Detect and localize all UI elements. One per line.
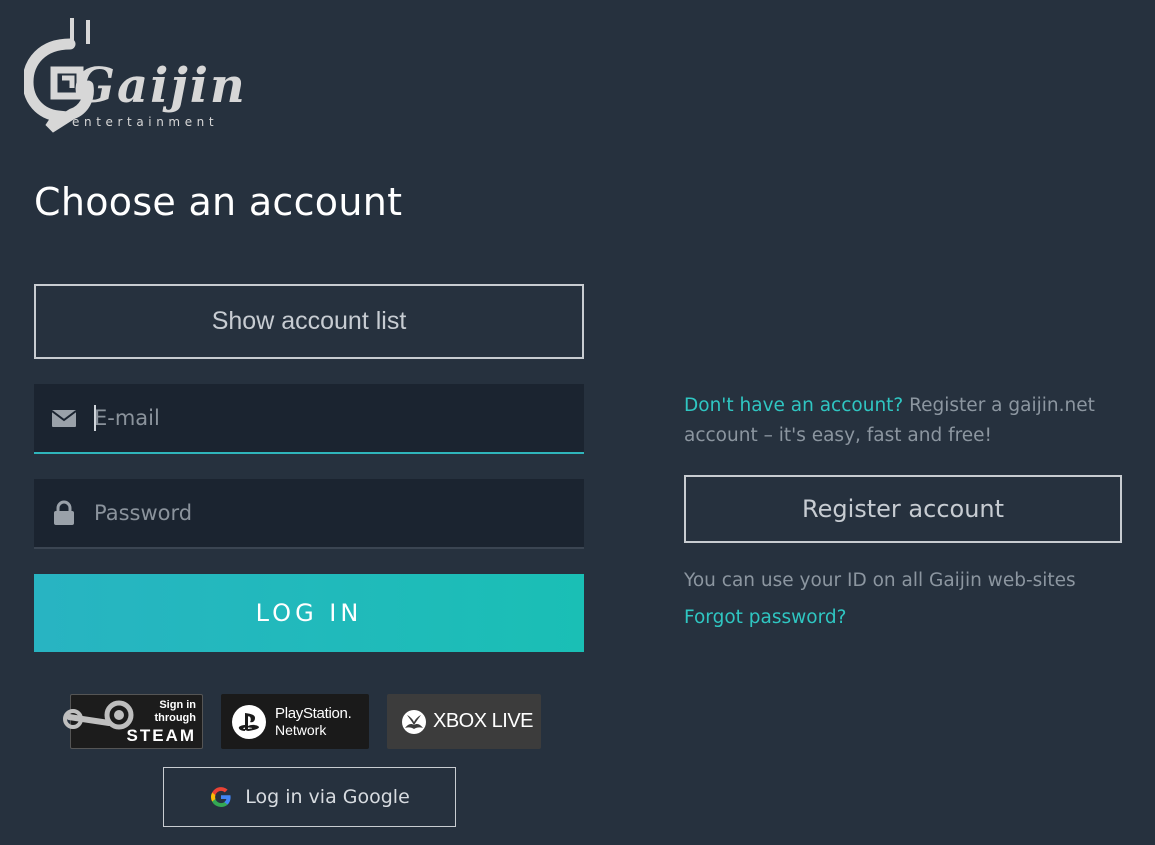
envelope-icon (34, 409, 94, 427)
lock-icon (34, 500, 94, 526)
xbox-icon (402, 709, 426, 734)
steam-line1: Sign in (159, 699, 196, 711)
google-login-button[interactable]: Log in via Google (163, 767, 456, 827)
google-icon (209, 785, 233, 809)
show-account-list-button[interactable]: Show account list (34, 284, 584, 359)
steam-line3: STEAM (126, 726, 196, 745)
page-title: Choose an account (34, 180, 403, 224)
xbox-login-button[interactable]: XBOX LIVE (387, 694, 541, 749)
xbox-label: XBOX LIVE (433, 710, 534, 732)
logo-subtitle: entertainment (72, 115, 219, 129)
steam-line2: through (154, 712, 196, 724)
register-prompt: Don't have an account? Register a gaijin… (684, 391, 1124, 451)
register-account-button[interactable]: Register account (684, 475, 1122, 543)
playstation-icon (232, 704, 266, 739)
register-link[interactable]: Don't have an account? (684, 395, 903, 416)
login-button[interactable]: LOG IN (34, 574, 584, 652)
password-field[interactable] (34, 479, 584, 549)
gaijin-id-note: You can use your ID on all Gaijin web-si… (684, 570, 1076, 591)
playstation-login-button[interactable]: PlayStation. Network (221, 694, 369, 749)
steam-login-button[interactable]: Sign in through STEAM (63, 694, 203, 749)
email-input[interactable] (94, 384, 564, 452)
google-label: Log in via Google (245, 786, 410, 808)
email-field[interactable] (34, 384, 584, 454)
forgot-password-link[interactable]: Forgot password? (684, 607, 846, 628)
psn-line1: PlayStation. (275, 704, 352, 722)
psn-line2: Network (275, 721, 327, 738)
password-input[interactable] (94, 479, 564, 547)
gaijin-logo: Gaijin entertainment (24, 14, 269, 134)
logo-wordmark: Gaijin (74, 58, 247, 114)
